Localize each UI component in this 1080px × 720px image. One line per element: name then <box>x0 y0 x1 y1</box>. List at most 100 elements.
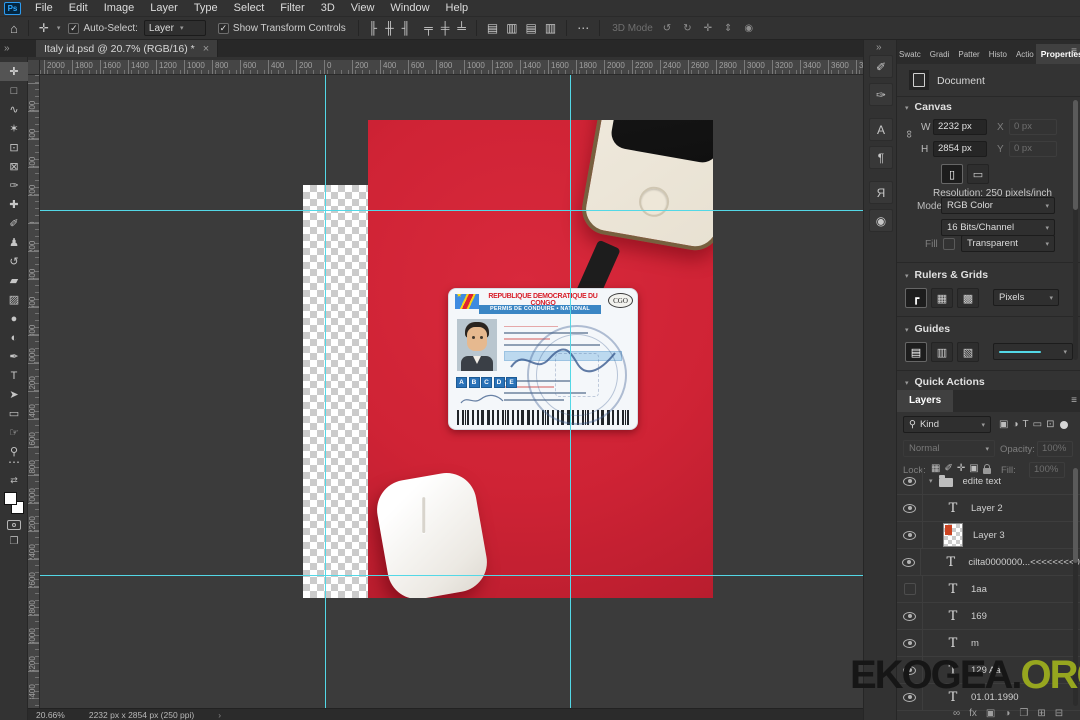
ruler-vertical[interactable]: 8006004002000200400600800100012001400160… <box>28 75 40 708</box>
tool-preset-caret[interactable]: ▾ <box>53 20 65 36</box>
3d-mode-icon[interactable]: ◉ <box>740 23 757 34</box>
crop-tool-icon[interactable]: ⊡ <box>0 138 28 157</box>
layer-name[interactable]: Layer 3 <box>973 530 1005 541</box>
move-tool-option-icon[interactable]: ✛ <box>35 21 53 35</box>
menu-item[interactable]: Layer <box>142 0 186 16</box>
frame-tool-icon[interactable]: ⊠ <box>0 157 28 176</box>
dock-expand-icon[interactable]: » <box>876 42 882 53</box>
panel-tab[interactable]: Histo <box>987 45 1009 64</box>
path-selection-tool-icon[interactable]: ➤ <box>0 385 28 404</box>
menu-item[interactable]: Select <box>226 0 273 16</box>
visibility-toggle[interactable] <box>897 468 923 494</box>
object-selection-tool-icon[interactable]: ✶ <box>0 119 28 138</box>
canvas-section-header[interactable]: ▾ Canvas <box>905 101 952 113</box>
toggle-guides-icon[interactable]: ▤ <box>905 342 927 362</box>
delete-layer-icon[interactable]: ⊟ <box>1055 708 1063 719</box>
guides-section-header[interactable]: ▾ Guides <box>905 323 950 335</box>
toolbar-collapse-icon[interactable]: » <box>4 43 10 54</box>
align-icon[interactable]: ╪ <box>437 21 454 35</box>
status-chevron-icon[interactable]: › <box>218 710 221 720</box>
more-options-icon[interactable]: ⋯ <box>573 21 593 35</box>
layer-filter-kind-dropdown[interactable]: ⚲ Kind ▾ <box>903 416 991 433</box>
visibility-toggle[interactable] <box>897 549 922 575</box>
new-layer-icon[interactable]: ⊞ <box>1037 708 1045 719</box>
new-guide-layout-icon[interactable]: ▧ <box>957 342 979 362</box>
type-tool-icon[interactable]: T <box>0 366 28 385</box>
clone-stamp-tool-icon[interactable]: ♟ <box>0 233 28 252</box>
layer-name[interactable]: 169 <box>971 611 987 622</box>
bit-depth-dropdown[interactable]: 16 Bits/Channel ▾ <box>941 219 1055 236</box>
filter-type-layers-icon[interactable]: T <box>1023 419 1029 430</box>
eraser-tool-icon[interactable]: ▰ <box>0 271 28 290</box>
new-group-icon[interactable]: ❐ <box>1019 708 1028 719</box>
visibility-toggle[interactable] <box>897 522 923 548</box>
eyedropper-tool-icon[interactable]: ✑ <box>0 176 28 195</box>
layer-name[interactable]: edite text <box>963 476 1002 487</box>
paragraph-panel-icon[interactable]: ¶ <box>869 146 893 169</box>
character-panel-icon[interactable]: A <box>869 118 893 141</box>
menu-item[interactable]: View <box>343 0 383 16</box>
distribute-icon[interactable]: ▤ <box>483 21 502 35</box>
3d-mode-icon[interactable]: ↺ <box>659 23 675 34</box>
screen-mode-icon[interactable]: ❐ <box>10 536 19 547</box>
zoom-level[interactable]: 20.66% <box>36 710 65 720</box>
quick-mask-icon[interactable] <box>7 520 21 530</box>
filter-adjustment-layers-icon[interactable]: ◑ <box>1012 419 1018 430</box>
dodge-tool-icon[interactable]: ◐ <box>0 328 28 347</box>
layer-row[interactable]: T cilta0000000...<<<<<<<<0 d <box>897 549 1080 576</box>
panel-tab[interactable]: Gradi <box>928 45 952 64</box>
color-mode-dropdown[interactable]: RGB Color ▾ <box>941 197 1055 214</box>
guide-vertical-2[interactable] <box>570 75 571 708</box>
guide-vertical-1[interactable] <box>325 75 326 708</box>
align-icon[interactable]: ╧ <box>453 21 470 35</box>
layer-row[interactable]: T Layer 2 <box>897 495 1080 522</box>
gradient-tool-icon[interactable]: ▨ <box>0 290 28 309</box>
layer-name[interactable]: cilta0000000...<<<<<<<<0 d <box>968 557 1080 568</box>
blur-tool-icon[interactable]: ● <box>0 309 28 328</box>
document-tab[interactable]: Italy id.psd @ 20.7% (RGB/16) * × <box>36 40 219 57</box>
pen-tool-icon[interactable]: ✒ <box>0 347 28 366</box>
layer-row[interactable]: Layer 3 <box>897 522 1080 549</box>
swap-colors-icon[interactable]: ⇄ <box>10 475 18 486</box>
panel-tab[interactable]: Swatc <box>897 45 923 64</box>
brush-settings-panel-icon[interactable]: ✐ <box>869 55 893 78</box>
filter-smart-objects-icon[interactable]: ⊡ <box>1046 419 1054 430</box>
landscape-orientation-button[interactable]: ▭ <box>967 164 989 184</box>
history-brush-tool-icon[interactable]: ↺ <box>0 252 28 271</box>
healing-brush-tool-icon[interactable]: ✚ <box>0 195 28 214</box>
ruler-units-dropdown[interactable]: Pixels ▾ <box>993 289 1059 306</box>
menu-item[interactable]: Edit <box>61 0 96 16</box>
filter-toggle-icon[interactable] <box>1060 420 1069 429</box>
menu-item[interactable]: 3D <box>313 0 343 16</box>
auto-select-checkbox[interactable]: ✓ <box>68 22 80 34</box>
filter-pixel-layers-icon[interactable]: ▣ <box>999 419 1008 430</box>
link-dimensions-icon[interactable]: ∞ <box>903 130 915 138</box>
show-transform-checkbox[interactable]: ✓ <box>217 22 229 34</box>
home-icon[interactable]: ⌂ <box>6 21 22 36</box>
3d-mode-icon[interactable]: ✛ <box>700 23 716 34</box>
3d-mode-icon[interactable]: ⇕ <box>720 23 736 34</box>
menu-item[interactable]: File <box>27 0 61 16</box>
panel-tab[interactable]: Patter <box>956 45 981 64</box>
layer-name[interactable]: Layer 2 <box>971 503 1003 514</box>
auto-select-target-dropdown[interactable]: Layer ▾ <box>143 20 206 36</box>
menu-item[interactable]: Help <box>438 0 477 16</box>
properties-scrollbar[interactable] <box>1073 100 1078 360</box>
toggle-snap-icon[interactable]: ▩ <box>957 288 979 308</box>
move-tool-icon[interactable]: ✛ <box>0 62 28 81</box>
toggle-grid-icon[interactable]: ▦ <box>931 288 953 308</box>
ruler-horizontal[interactable]: 2000 1800 1600 1400 1200 1000 800 600 400 200 0 200… <box>40 60 863 75</box>
marquee-tool-icon[interactable]: □ <box>0 81 28 100</box>
layer-name[interactable]: 1aa <box>971 584 987 595</box>
guide-horizontal-2[interactable] <box>40 575 863 576</box>
distribute-icon[interactable]: ▤ <box>522 21 541 35</box>
align-icon[interactable]: ╟ <box>365 21 382 35</box>
guide-horizontal-1[interactable] <box>40 210 863 211</box>
hand-tool-icon[interactable]: ☞ <box>0 423 28 442</box>
adjustment-layer-icon[interactable]: ◑ <box>1004 708 1010 719</box>
layer-mask-icon[interactable]: ▣ <box>986 708 995 719</box>
rulers-grids-section-header[interactable]: ▾ Rulers & Grids <box>905 269 988 281</box>
menu-item[interactable]: Window <box>382 0 437 16</box>
fill-checkbox[interactable] <box>943 238 955 250</box>
lasso-tool-icon[interactable]: ∿ <box>0 100 28 119</box>
